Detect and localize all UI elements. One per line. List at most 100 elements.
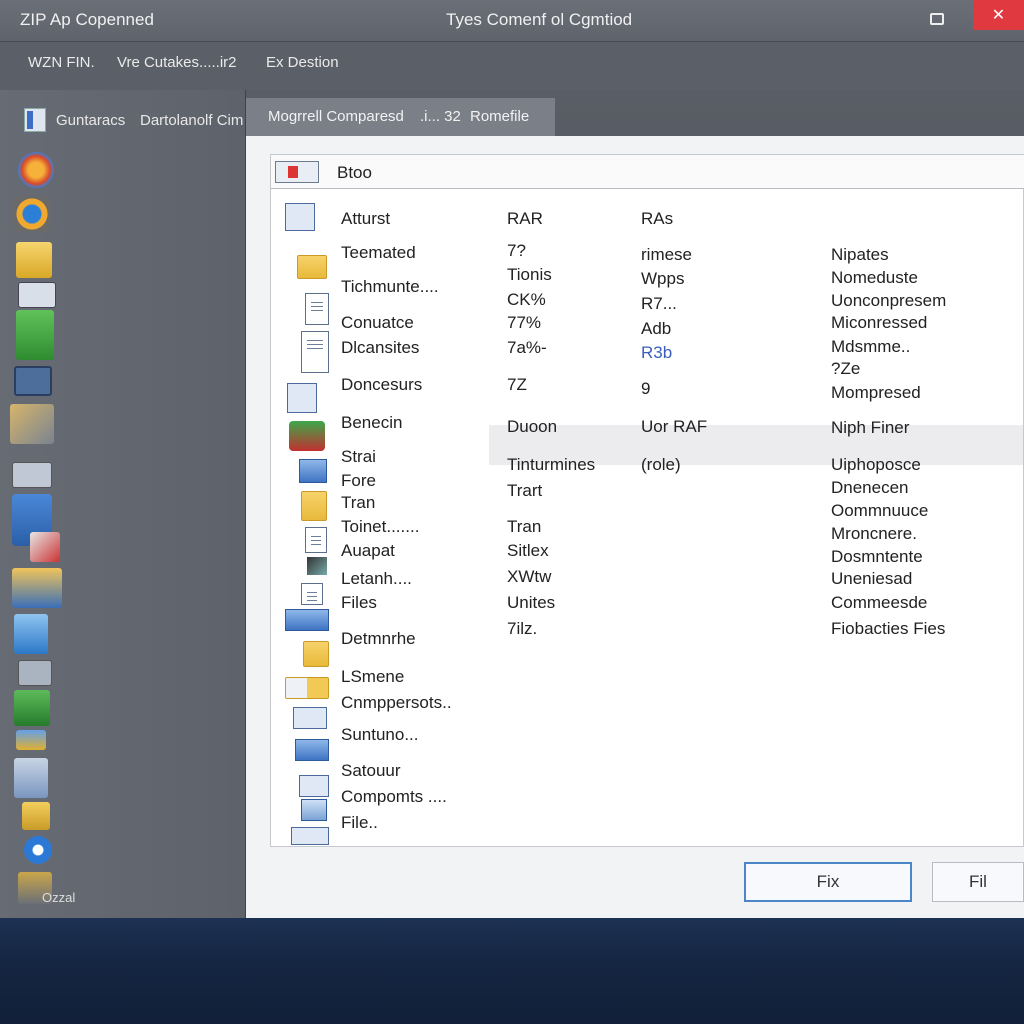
cell-name[interactable]: Compomts .... xyxy=(341,787,447,807)
cell-type: Tinturmines xyxy=(507,455,596,474)
fil-button[interactable]: Fil xyxy=(932,862,1024,902)
cell-status: Uneniesad xyxy=(831,569,913,588)
tab-compressed[interactable]: Mogrrell Comparesd .i... 32 Romefile xyxy=(246,98,555,138)
cell-name[interactable]: Satouur xyxy=(341,761,401,781)
cell-type: Tran xyxy=(507,517,542,536)
close-button[interactable]: ✕ xyxy=(973,0,1024,30)
cell-format: 9 xyxy=(641,379,651,398)
cell-type: RAR xyxy=(507,209,543,228)
document-icon xyxy=(305,293,329,325)
cell-name[interactable]: Detmnrhe xyxy=(341,629,416,649)
cell-format: R3b xyxy=(641,343,673,362)
cell-name[interactable]: Tichmunte.... xyxy=(341,277,439,297)
cell-type: Tionis xyxy=(507,265,552,284)
cell-name[interactable]: Teemated xyxy=(341,243,416,263)
spreadsheet-icon[interactable] xyxy=(16,310,54,360)
window-icon xyxy=(275,161,319,183)
cell-type: 7? xyxy=(507,241,526,260)
file-list-header-label: Btoo xyxy=(337,163,372,182)
cell-name[interactable]: Tran xyxy=(341,493,375,513)
blue-file-icon xyxy=(301,799,327,821)
drive-icon[interactable] xyxy=(18,282,56,308)
cell-name[interactable]: File.. xyxy=(341,813,378,833)
menu-item-destion[interactable]: Ex Destion xyxy=(266,54,339,71)
text-file-icon[interactable] xyxy=(14,614,48,654)
cell-format: (role) xyxy=(641,455,681,474)
document-icon xyxy=(301,331,329,373)
firefox-icon[interactable] xyxy=(14,196,50,232)
cell-status: Nipates xyxy=(831,245,889,264)
files-stack-icon[interactable] xyxy=(10,404,54,444)
window-title: Tyes Comenf ol Cgmtiod xyxy=(446,10,633,29)
image-icon[interactable] xyxy=(16,730,46,750)
grid-icon[interactable] xyxy=(12,462,52,488)
cell-type: 77% xyxy=(507,313,542,332)
menu-item-wzn[interactable]: WZN FIN. xyxy=(28,54,95,71)
title-bar: ZIP Ap Copenned Tyes Comenf ol Cgmtiod ✕ xyxy=(0,0,1024,42)
small-folder-icon[interactable] xyxy=(22,802,50,830)
sidebar-tab-dartolanolf[interactable]: Dartolanolf Cim xyxy=(140,112,243,129)
cell-name[interactable]: Letanh.... xyxy=(341,569,412,589)
browser-icon[interactable] xyxy=(18,152,54,188)
menu-bar: WZN FIN. Vre Cutakes.....ir2 Ex Destion xyxy=(0,42,1024,90)
folder-window-icon xyxy=(285,677,329,699)
cell-status: Dosmntente xyxy=(831,547,923,566)
cell-type: Trart xyxy=(507,481,543,500)
ie-icon[interactable] xyxy=(24,836,52,864)
main-dialog: Btoo Atturst Teemated Tichmunte.... Conu… xyxy=(246,136,1024,918)
cell-status: Mroncnere. xyxy=(831,524,917,543)
document-icon xyxy=(305,527,327,553)
fil-button-label: Fil xyxy=(969,872,987,891)
cell-name[interactable]: Fore xyxy=(341,471,376,491)
restore-button[interactable] xyxy=(916,4,958,34)
documents-icon xyxy=(287,383,317,413)
cell-name[interactable]: LSmene xyxy=(341,667,404,687)
cell-format: Adb xyxy=(641,319,672,338)
cell-type: 7a%- xyxy=(507,338,547,357)
sidebar-footer-label: Ozzal xyxy=(42,890,76,905)
cell-status: Miconressed xyxy=(831,313,928,332)
cell-name[interactable]: Benecin xyxy=(341,413,402,433)
cell-type: Unites xyxy=(507,593,556,612)
cell-status: ?Ze xyxy=(831,359,861,378)
fix-button[interactable]: Fix xyxy=(744,862,912,902)
cell-format: Wpps xyxy=(641,269,685,288)
app-title: ZIP Ap Copenned xyxy=(20,10,154,29)
cell-status: Mompresed xyxy=(831,383,921,402)
cell-name[interactable]: Strai xyxy=(341,447,376,467)
archive-icon[interactable] xyxy=(12,568,62,608)
folder-icon xyxy=(297,255,327,279)
shield-icon xyxy=(289,421,325,451)
green-app-icon[interactable] xyxy=(14,690,50,726)
files-blue-icon xyxy=(285,609,329,631)
file-stack-icon xyxy=(291,827,329,845)
folder-icon[interactable] xyxy=(16,242,52,278)
cell-name[interactable]: Atturst xyxy=(341,209,390,229)
cell-name[interactable]: Toinet....... xyxy=(341,517,419,537)
cell-name[interactable]: Conuatce xyxy=(341,313,414,333)
sidebar-tab-guntaracs[interactable]: Guntaracs xyxy=(56,112,125,129)
cell-type: XWtw xyxy=(507,567,552,586)
cell-format: rimese xyxy=(641,245,693,264)
restore-icon xyxy=(930,13,944,25)
copy-icon[interactable] xyxy=(14,758,48,798)
cell-type: 7ilz. xyxy=(507,619,538,638)
folder-icon xyxy=(303,641,329,667)
cell-status: Nomeduste xyxy=(831,268,918,287)
cell-name[interactable]: Doncesurs xyxy=(341,375,422,395)
cell-status: Dnenecen xyxy=(831,478,909,497)
cell-name[interactable]: Suntuno... xyxy=(341,725,419,745)
file-list: Btoo Atturst Teemated Tichmunte.... Conu… xyxy=(270,154,1024,847)
cell-type: 7Z xyxy=(507,375,527,394)
menu-item-cutakes[interactable]: Vre Cutakes.....ir2 xyxy=(117,54,237,71)
pdf-icon[interactable] xyxy=(30,532,60,562)
cell-name[interactable]: Files xyxy=(341,593,377,613)
cell-format: R7... xyxy=(641,294,677,313)
tray-icon[interactable] xyxy=(18,660,52,686)
sidebar: Guntaracs Dartolanolf Cim Ozzal xyxy=(0,90,246,918)
blue-doc-icon xyxy=(299,459,327,483)
cell-name[interactable]: Auapat xyxy=(341,541,395,561)
cell-name[interactable]: Cnmppersots.. xyxy=(341,693,452,713)
cell-name[interactable]: Dlcansites xyxy=(341,338,419,358)
monitor-icon[interactable] xyxy=(14,366,52,396)
